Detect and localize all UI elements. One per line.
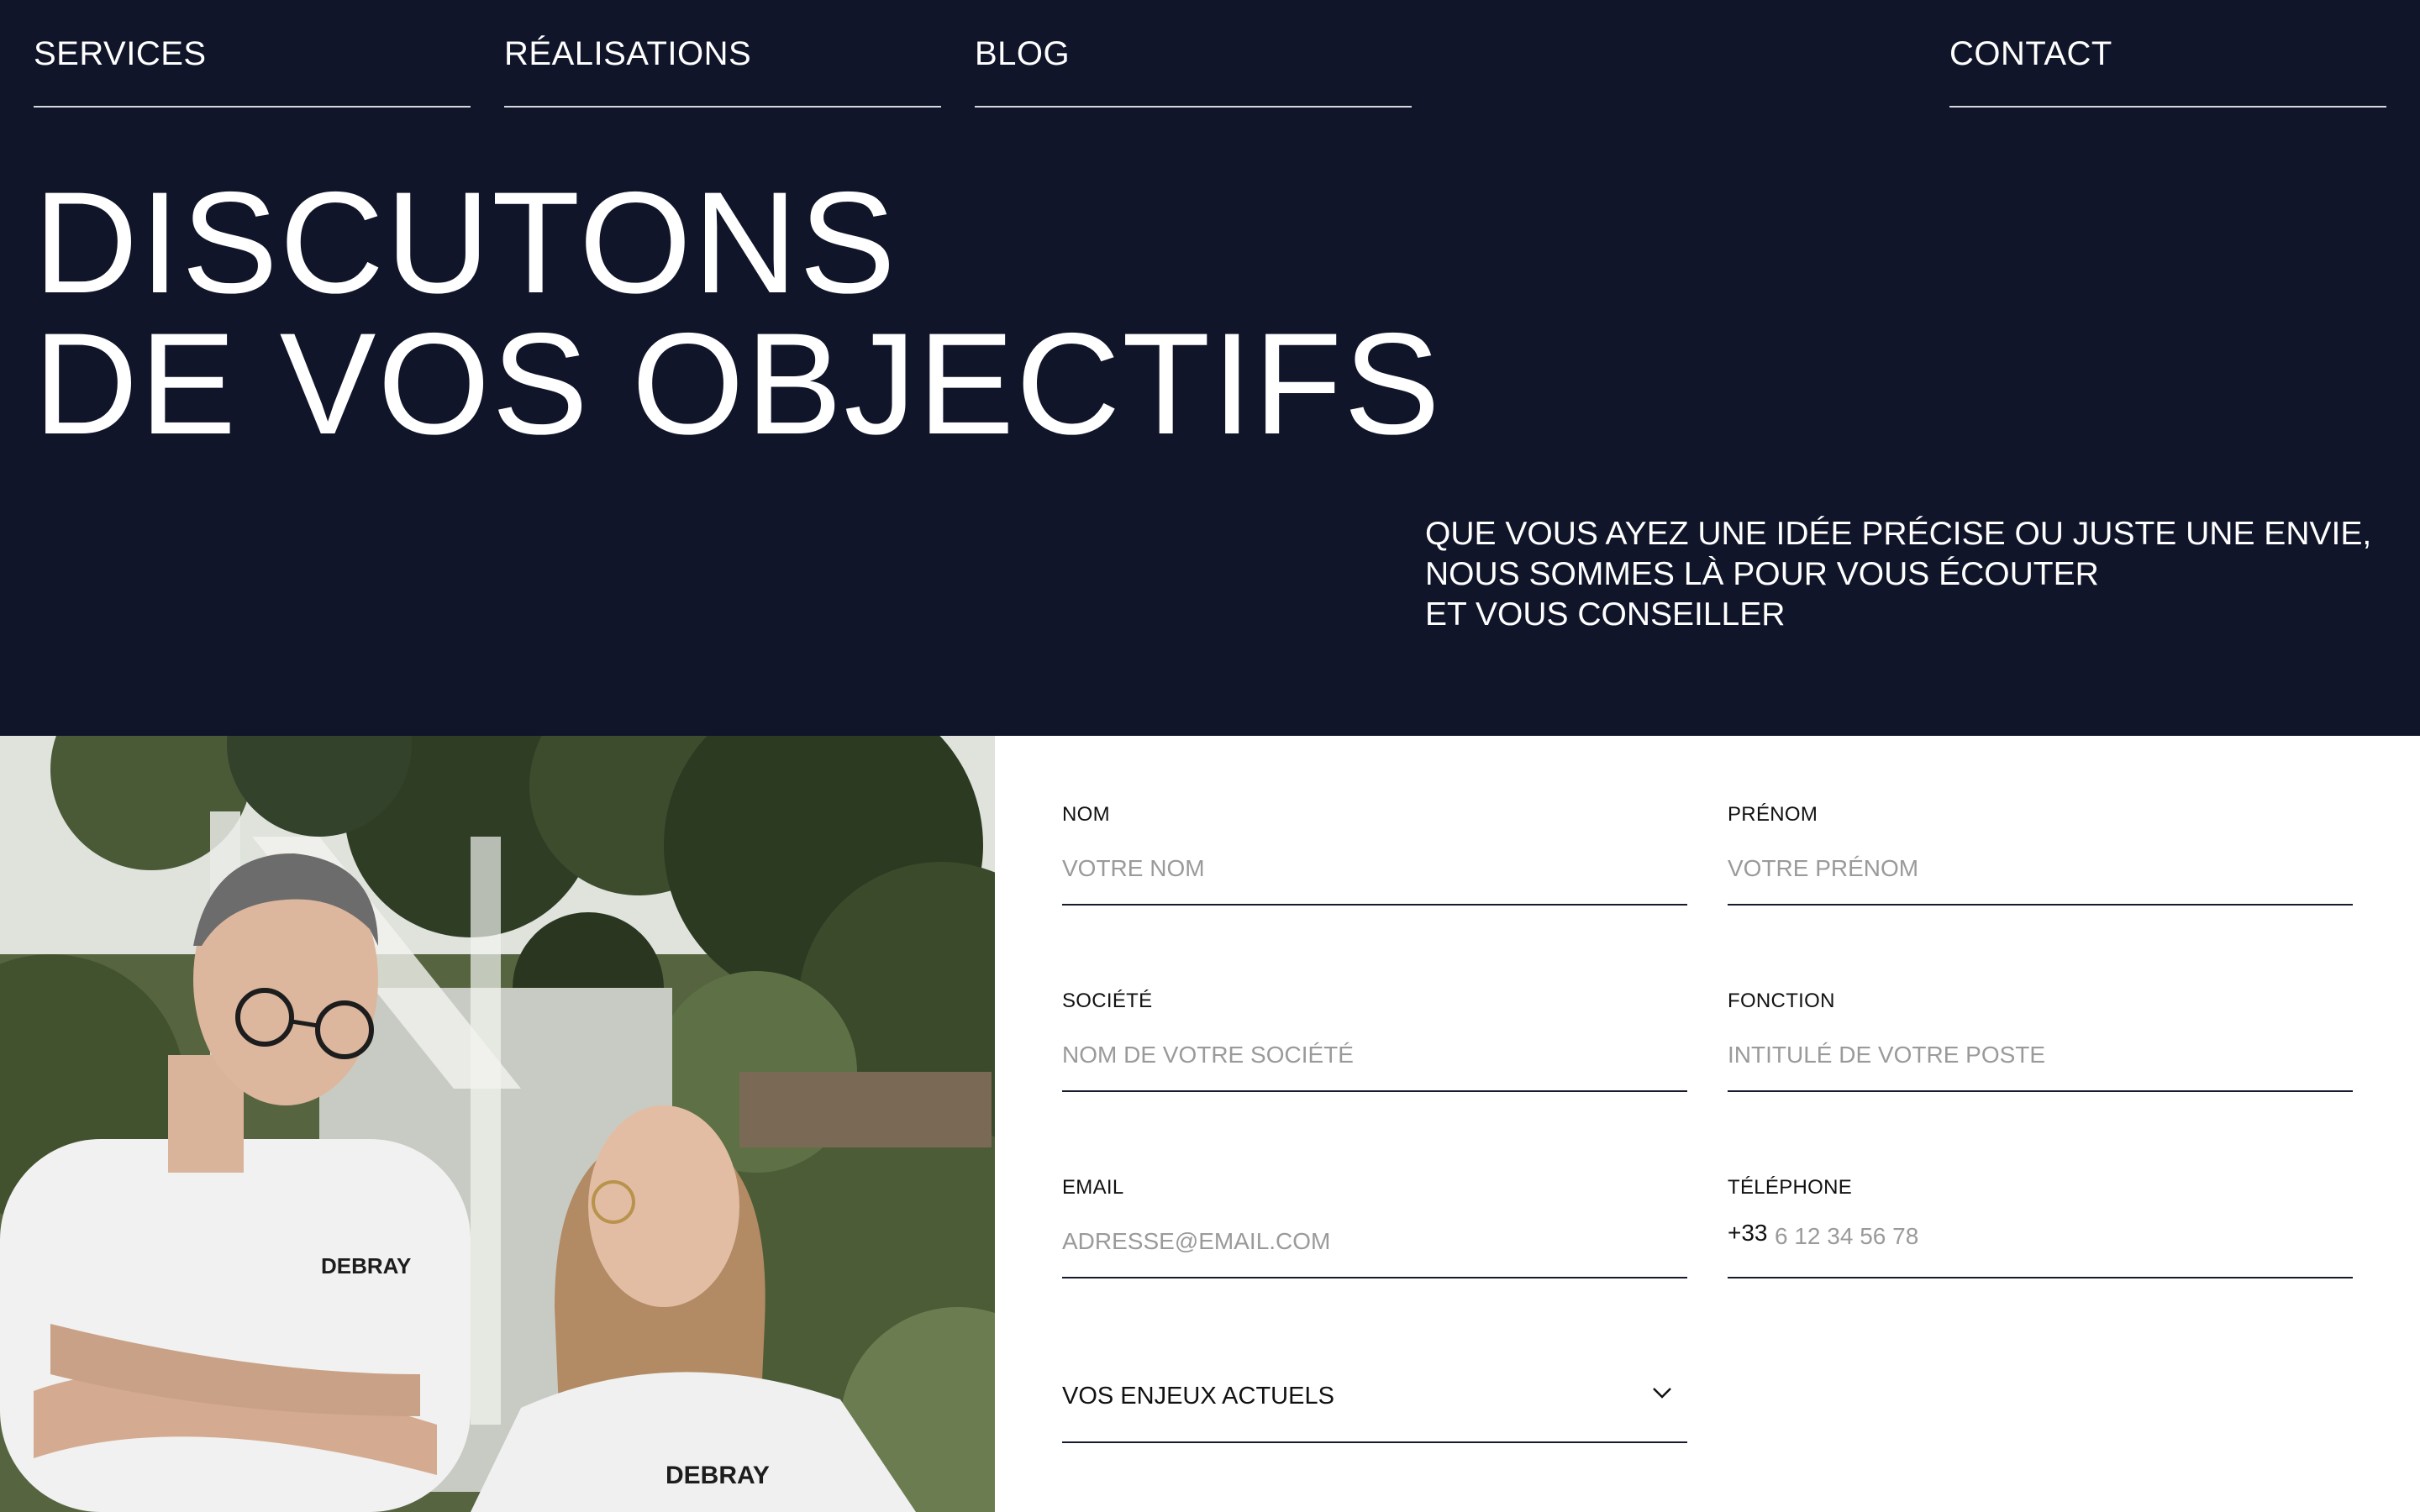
fonction-input[interactable] — [1728, 1033, 2353, 1092]
nav-blog-link[interactable]: BLOG — [975, 0, 1412, 108]
team-photo-illustration: DEBRAY DEBRAY — [0, 736, 995, 1512]
contact-page: SERVICES RÉALISATIONS BLOG CONTACT DISCU… — [0, 0, 2420, 1512]
nav-realisations-link[interactable]: RÉALISATIONS — [504, 0, 941, 108]
societe-label: SOCIÉTÉ — [1062, 990, 1153, 1012]
telephone-input[interactable] — [1775, 1220, 2346, 1253]
hero-intro-text: QUE VOUS AYEZ UNE IDÉE PRÉCISE OU JUSTE … — [1425, 514, 2383, 635]
woman-shirt-logo: DEBRAY — [666, 1462, 770, 1489]
societe-field-group: SOCIÉTÉ — [1062, 990, 1687, 1092]
prenom-label: PRÉNOM — [1728, 803, 1818, 826]
nom-input[interactable] — [1062, 847, 1687, 906]
prenom-field-group: PRÉNOM — [1728, 803, 2353, 906]
team-photo: DEBRAY DEBRAY — [0, 736, 995, 1512]
nav-contact-link[interactable]: CONTACT — [1949, 0, 2386, 108]
nom-label: NOM — [1062, 803, 1110, 826]
telephone-field-group: TÉLÉPHONE +33 — [1728, 1176, 2353, 1278]
page-title: DISCUTONS DE VOS OBJECTIFS — [34, 162, 1442, 465]
telephone-country-prefix: +33 — [1728, 1220, 1768, 1246]
fonction-field-group: FONCTION — [1728, 990, 2353, 1092]
telephone-input-wrapper: +33 — [1728, 1220, 2353, 1278]
hero-intro-line-1: QUE VOUS AYEZ UNE IDÉE PRÉCISE OU JUSTE … — [1425, 516, 2372, 552]
man-shirt-logo: DEBRAY — [321, 1253, 411, 1278]
enjeux-select-value: VOS ENJEUX ACTUELS — [1062, 1383, 1334, 1410]
societe-input[interactable] — [1062, 1033, 1687, 1092]
email-field-group: EMAIL — [1062, 1176, 1687, 1278]
hero-intro-line-3: ET VOUS CONSEILLER — [1425, 596, 1786, 633]
email-label: EMAIL — [1062, 1176, 1124, 1199]
hero-intro-line-2: NOUS SOMMES LÀ POUR VOUS ÉCOUTER — [1425, 556, 2099, 592]
fonction-label: FONCTION — [1728, 990, 1835, 1012]
email-input[interactable] — [1062, 1220, 1687, 1278]
nav-services-link[interactable]: SERVICES — [34, 0, 471, 108]
contact-form: NOM PRÉNOM SOCIÉTÉ FONCTION EMAIL TÉLÉPH… — [995, 736, 2420, 1512]
enjeux-select[interactable]: VOS ENJEUX ACTUELS — [1062, 1357, 1687, 1443]
nom-field-group: NOM — [1062, 803, 1687, 906]
page-title-line-2: DE VOS OBJECTIFS — [34, 303, 1442, 465]
prenom-input[interactable] — [1728, 847, 2353, 906]
chevron-down-icon — [1653, 1388, 1671, 1399]
page-title-line-1: DISCUTONS — [34, 162, 897, 323]
hero-section: SERVICES RÉALISATIONS BLOG CONTACT DISCU… — [0, 0, 2420, 736]
telephone-label: TÉLÉPHONE — [1728, 1176, 1853, 1199]
